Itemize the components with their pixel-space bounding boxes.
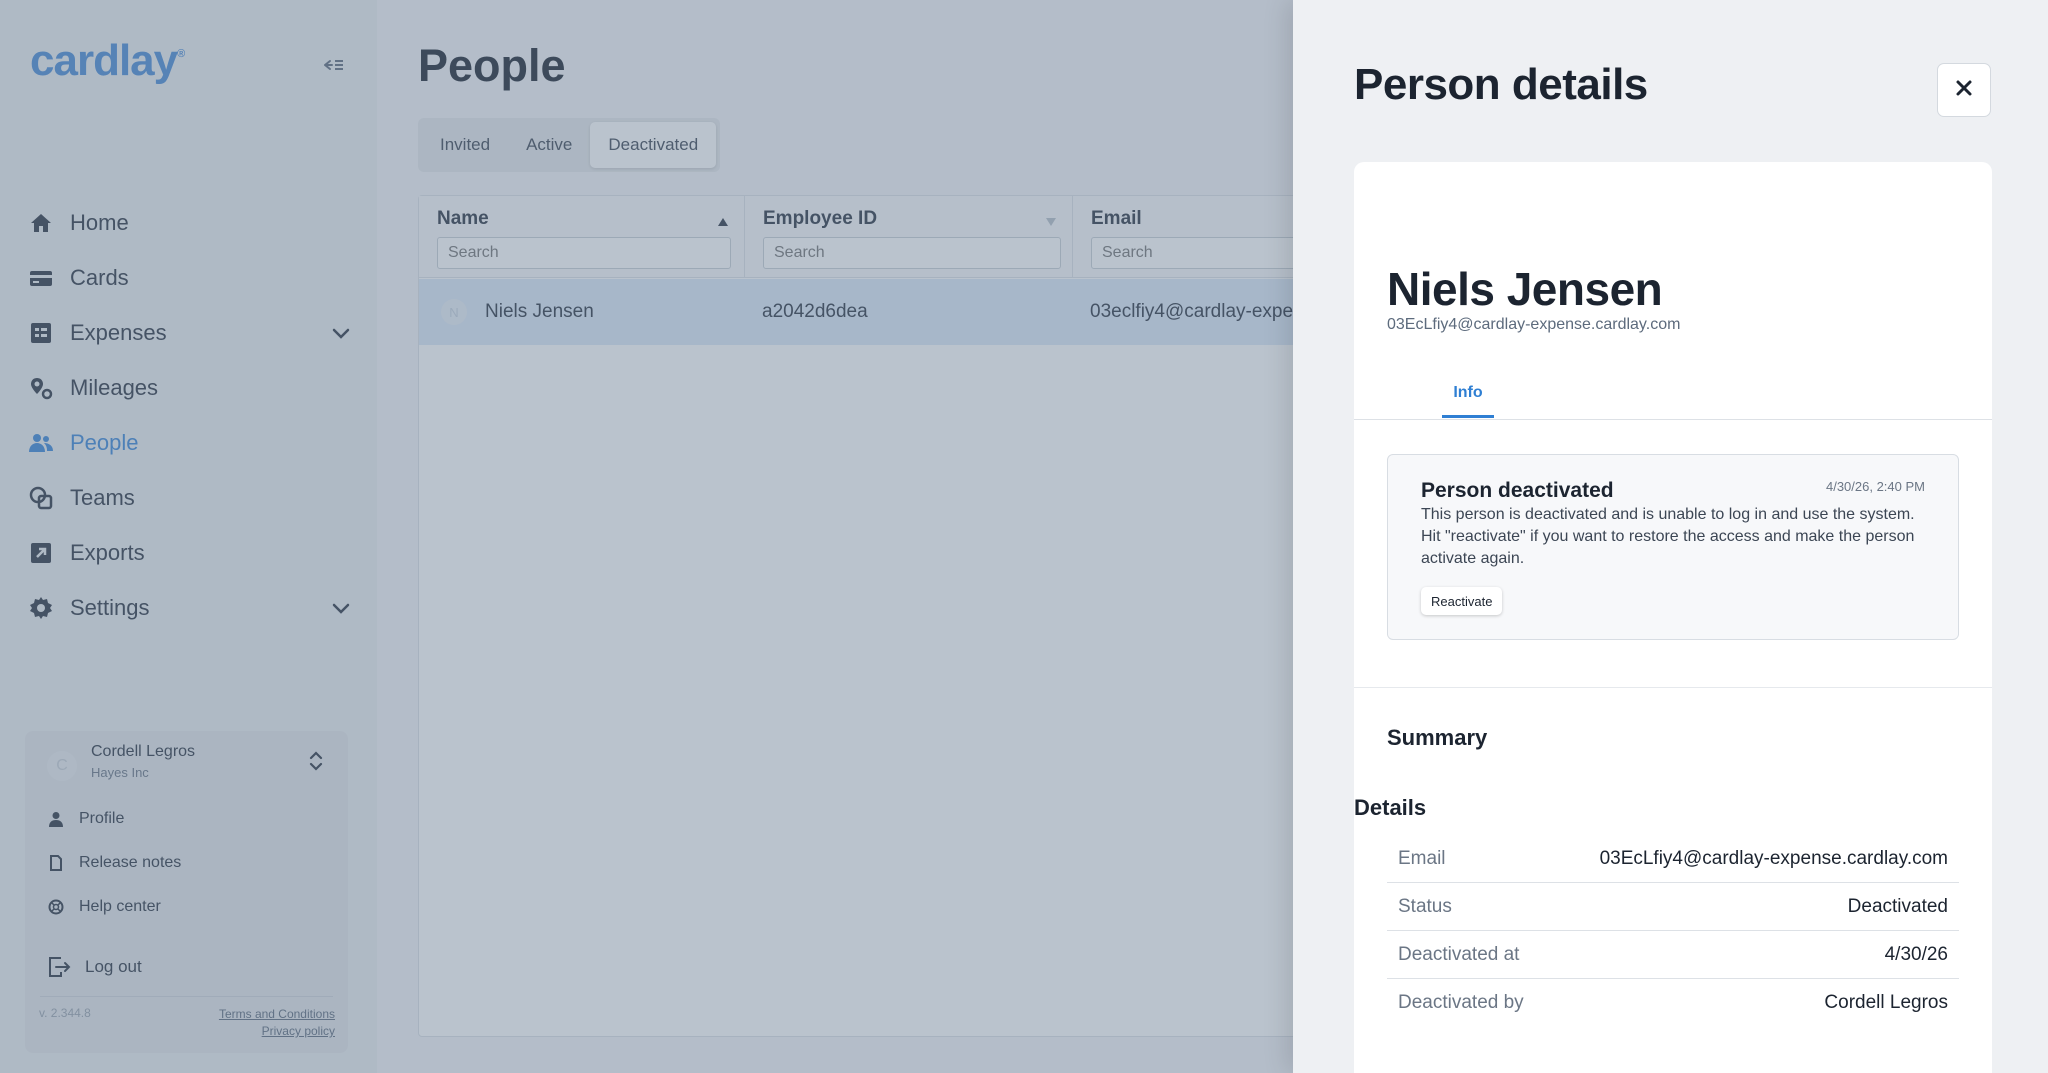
notice-timestamp: 4/30/26, 2:40 PM [1825,479,1925,494]
detail-label: Deactivated by [1398,992,1524,1013]
divider [1354,687,1992,688]
detail-label: Email [1398,847,1446,869]
detail-label: Deactivated at [1398,943,1520,965]
detail-label: Status [1398,895,1452,917]
detail-row-deactivated-at: Deactivated at 4/30/26 [1387,931,1959,979]
person-name: Niels Jensen [1387,263,1663,315]
notice-body: This person is deactivated and is unable… [1421,506,1915,567]
deactivated-notice: Person deactivated 4/30/26, 2:40 PM This… [1387,454,1959,640]
detail-row-status: Status Deactivated [1387,883,1959,931]
detail-value: Cordell Legros [1824,992,1948,1013]
divider [1354,419,1992,420]
notice-title: Person deactivated [1421,479,1614,502]
reactivate-button[interactable]: Reactivate [1421,587,1503,615]
person-card: Niels Jensen 03EcLfiy4@cardlay-expense.c… [1354,162,1992,1073]
details-heading: Details [1354,795,1427,820]
close-button[interactable] [1937,63,1991,117]
drawer-title: Person details [1354,60,1648,109]
person-email: 03EcLfiy4@cardlay-expense.cardlay.com [1387,316,1681,333]
detail-value: 4/30/26 [1884,943,1948,965]
tab-info[interactable]: Info [1442,380,1494,418]
detail-value: 03EcLfiy4@cardlay-expense.cardlay.com [1599,847,1948,869]
detail-value: Deactivated [1847,895,1948,917]
close-icon [1955,79,1973,102]
details-table: Email 03EcLfiy4@cardlay-expense.cardlay.… [1387,835,1959,1027]
detail-row-email: Email 03EcLfiy4@cardlay-expense.cardlay.… [1387,835,1959,883]
detail-row-deactivated-by: Deactivated by Cordell Legros [1387,979,1959,1027]
summary-heading: Summary [1387,725,1488,750]
person-details-drawer: Person details Niels Jensen 03EcLfiy4@ca… [1293,0,2048,1073]
